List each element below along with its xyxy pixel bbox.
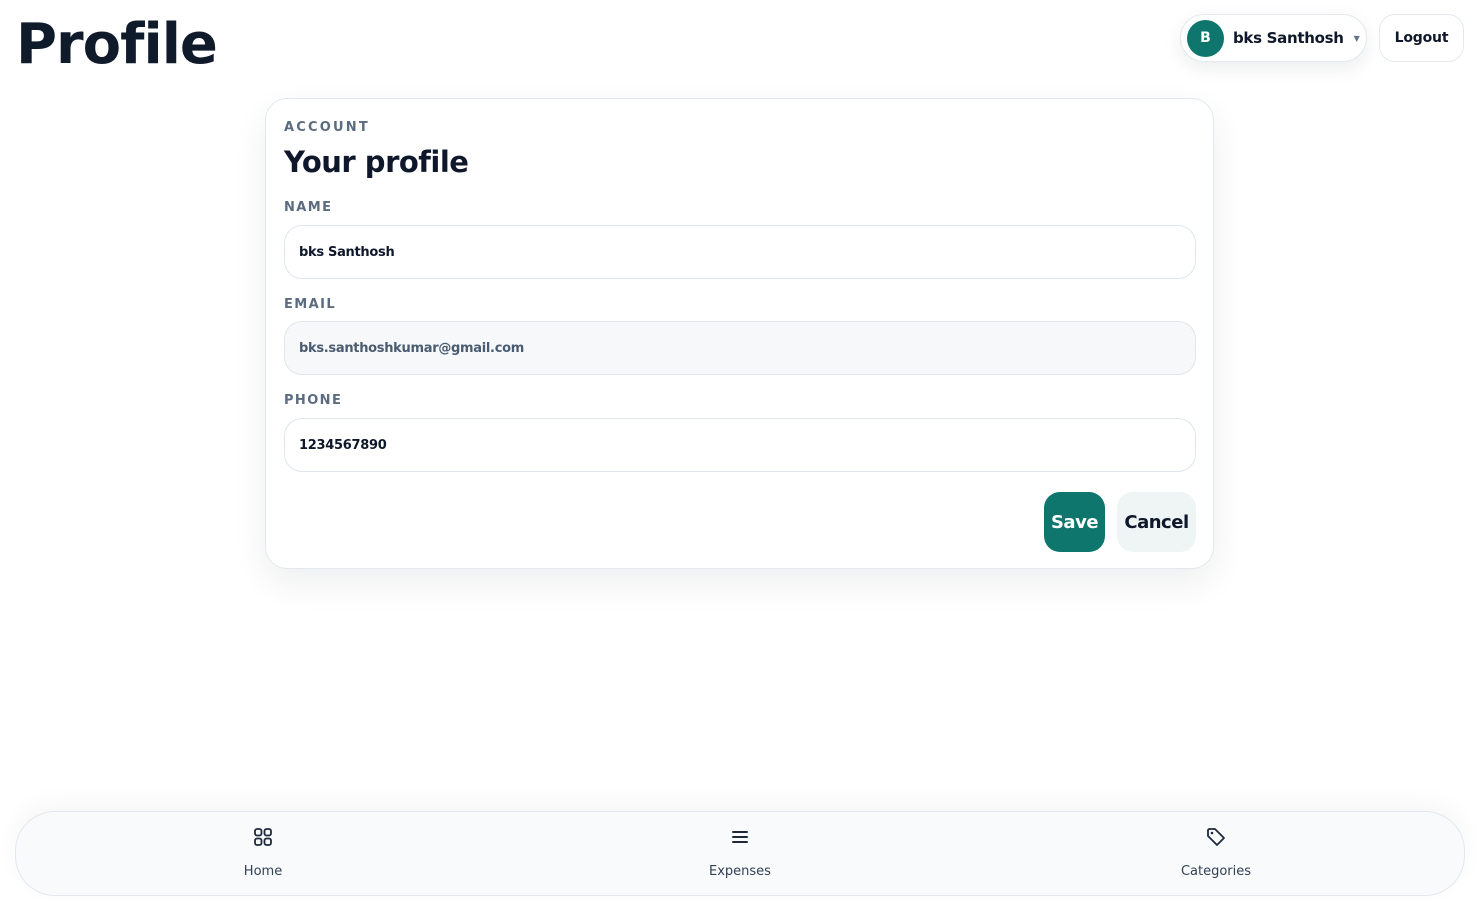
email-label: EMAIL (284, 297, 336, 312)
email-field[interactable] (284, 321, 1196, 375)
card-title: Your profile (284, 145, 469, 179)
nav-label-expenses: Expenses (709, 864, 771, 879)
bottom-nav: Home Expenses Categories (15, 811, 1465, 896)
list-icon (732, 831, 748, 843)
name-label: NAME (284, 200, 333, 215)
phone-label: PHONE (284, 393, 343, 408)
caret-down-icon: ▼ (1353, 33, 1360, 43)
tag-icon (1207, 828, 1225, 846)
nav-item-home[interactable]: Home (163, 812, 363, 897)
nav-label-categories: Categories (1180, 864, 1252, 879)
logout-button[interactable]: Logout (1379, 14, 1464, 62)
nav-label-home: Home (243, 864, 283, 879)
user-name: bks Santhosh (1233, 29, 1344, 47)
cancel-button[interactable]: Cancel (1117, 492, 1196, 552)
nav-item-expenses[interactable]: Expenses (640, 812, 840, 897)
page-title: Profile (16, 12, 218, 77)
user-menu[interactable]: B bks Santhosh ▼ (1180, 14, 1367, 62)
section-eyebrow: ACCOUNT (284, 120, 370, 135)
grid-icon (254, 828, 272, 846)
phone-field[interactable] (284, 418, 1196, 472)
save-button[interactable]: Save (1044, 492, 1105, 552)
avatar: B (1187, 19, 1224, 57)
profile-card: ACCOUNT Your profile NAME EMAIL PHONE Sa… (265, 98, 1214, 569)
name-field[interactable] (284, 225, 1196, 279)
nav-item-categories[interactable]: Categories (1116, 812, 1316, 897)
